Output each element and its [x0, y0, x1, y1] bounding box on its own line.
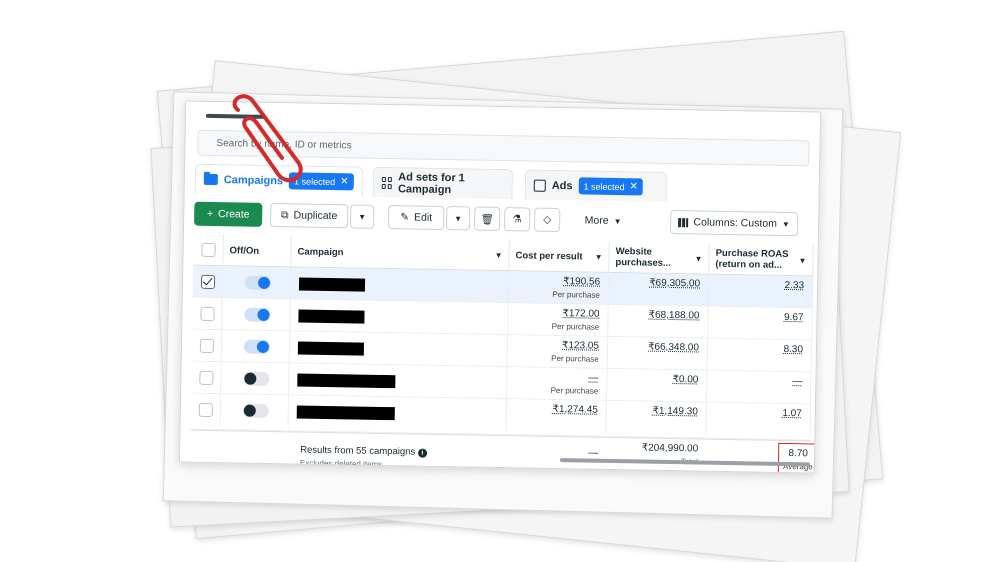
sort-icon[interactable]: ▼: [595, 252, 603, 261]
pencil-icon: ✎: [400, 211, 410, 224]
website-value: ₹68,188.00: [648, 309, 700, 322]
campaign-name-redacted[interactable]: [289, 331, 509, 368]
close-icon[interactable]: ✕: [629, 181, 638, 192]
cost-value: ₹190.56: [563, 276, 601, 288]
trash-icon: 🗑: [480, 213, 494, 226]
columns-icon: [678, 217, 689, 227]
tag-icon: ◇: [543, 213, 552, 226]
campaign-name-redacted[interactable]: [288, 395, 508, 432]
row-checkbox[interactable]: [199, 370, 214, 386]
sort-icon[interactable]: ▼: [798, 255, 807, 266]
tab-label: Ads: [551, 179, 573, 192]
campaign-name-redacted[interactable]: [289, 363, 508, 400]
caret-down-icon: ▼: [454, 213, 463, 223]
roas-value: —: [792, 376, 803, 388]
grid-icon: [381, 176, 393, 189]
plus-icon: +: [206, 207, 214, 220]
square-icon: [533, 179, 546, 192]
roas-value: 9.67: [783, 311, 804, 324]
campaign-toggle[interactable]: [242, 403, 269, 418]
header-purchase-roas[interactable]: Purchase ROAS (return on ad... ▼: [709, 242, 814, 277]
edit-button[interactable]: ✎ Edit: [387, 205, 445, 231]
campaign-toggle[interactable]: [243, 339, 271, 354]
sort-icon[interactable]: ▼: [495, 250, 503, 259]
folder-icon: [203, 173, 218, 186]
header-website-purchases[interactable]: Website purchases... ▼: [609, 240, 710, 275]
create-button[interactable]: + Create: [194, 201, 263, 227]
cost-value: ₹123.05: [561, 340, 600, 352]
edit-dropdown-button[interactable]: ▼: [445, 206, 471, 231]
campaign-toggle[interactable]: [244, 275, 272, 291]
row-checkbox[interactable]: [200, 274, 216, 290]
delete-button[interactable]: 🗑: [473, 206, 501, 231]
select-all-checkbox[interactable]: [201, 242, 216, 258]
close-icon[interactable]: ✕: [340, 176, 349, 187]
row-checkbox[interactable]: [199, 338, 215, 354]
tab-ad-sets[interactable]: Ad sets for 1 Campaign: [372, 166, 514, 200]
info-icon[interactable]: i: [417, 448, 427, 458]
roas-value: 1.07: [782, 407, 802, 420]
cost-value: ₹1,274.45: [552, 403, 598, 416]
paper-clip-icon: [232, 94, 303, 183]
caret-down-icon: ▼: [781, 219, 790, 229]
duplicate-button[interactable]: ⧉ Duplicate: [270, 202, 349, 229]
tag-button[interactable]: ◇: [533, 207, 561, 233]
results-summary: Results from 55 campaigns i: [300, 445, 427, 458]
more-button[interactable]: More ▼: [570, 208, 636, 233]
cost-subtext: Per purchase: [552, 289, 600, 300]
header-select-all[interactable]: [193, 233, 224, 267]
duplicate-dropdown-button[interactable]: ▼: [350, 204, 375, 229]
duplicate-icon: ⧉: [280, 208, 289, 221]
header-campaign[interactable]: Campaign ▼: [291, 235, 510, 272]
cost-subtext: Per purchase: [551, 353, 599, 364]
header-cost-per-result[interactable]: Cost per result ▼: [509, 239, 610, 273]
roas-value: 8.30: [783, 343, 804, 356]
campaign-toggle[interactable]: [243, 371, 270, 386]
cost-value: ₹172.00: [562, 308, 600, 320]
header-toggle: Off/On: [223, 234, 292, 268]
cost-subtext: Per purchase: [550, 385, 599, 396]
campaign-toggle[interactable]: [244, 307, 271, 322]
tab-ads[interactable]: Ads 1 selected ✕: [524, 169, 668, 202]
columns-button[interactable]: Columns: Custom ▼: [669, 209, 799, 237]
total-cost: —: [588, 447, 599, 459]
roas-value: 2.33: [784, 279, 805, 292]
website-value: ₹0.00: [672, 374, 699, 386]
website-value: ₹66,348.00: [648, 341, 700, 354]
caret-down-icon: ▼: [358, 212, 367, 222]
selected-badge[interactable]: 1 selected ✕: [578, 177, 644, 196]
website-value: ₹1,149.30: [652, 405, 698, 418]
cost-value: —: [588, 372, 599, 384]
row-checkbox[interactable]: [198, 402, 213, 418]
campaign-name-redacted[interactable]: [290, 267, 510, 304]
sort-icon[interactable]: ▼: [695, 253, 703, 264]
ab-test-button[interactable]: ⚗: [503, 207, 531, 232]
flask-icon: ⚗: [512, 213, 522, 226]
row-checkbox[interactable]: [200, 306, 215, 322]
tab-label: Ad sets for 1 Campaign: [397, 170, 465, 196]
average-roas-highlight: 8.70 Average: [777, 442, 819, 474]
campaign-name-redacted[interactable]: [290, 299, 509, 336]
website-value: ₹69,305.00: [649, 277, 701, 290]
cost-subtext: Per purchase: [551, 321, 600, 332]
caret-down-icon: ▼: [613, 216, 622, 226]
